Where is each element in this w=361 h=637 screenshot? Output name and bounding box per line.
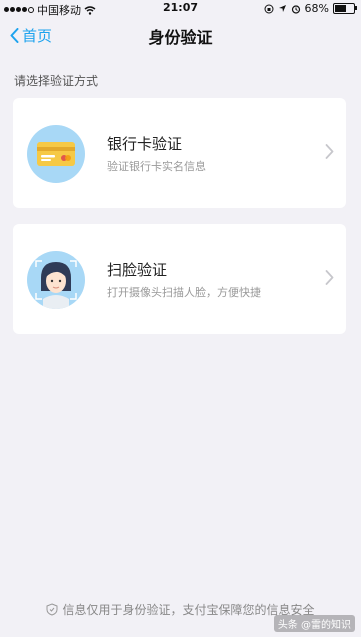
face-scan-icon (27, 251, 85, 309)
page-title: 身份验证 (148, 28, 213, 47)
nav-bar: 首页 身份验证 (0, 18, 361, 56)
bank-card-verify-option[interactable]: 银行卡验证 验证银行卡实名信息 (13, 98, 346, 208)
option-title: 扫脸验证 (107, 261, 168, 279)
shield-icon (46, 602, 58, 616)
battery-percent: 68% (304, 2, 329, 15)
bank-card-icon (27, 125, 85, 183)
chevron-right-icon (325, 270, 334, 285)
option-title: 银行卡验证 (107, 135, 183, 153)
option-subtitle: 验证银行卡实名信息 (107, 160, 206, 173)
lock-rotation-icon (264, 4, 274, 13)
section-label: 请选择验证方式 (14, 74, 99, 88)
location-icon (278, 5, 286, 12)
status-bar: 中国移动 21:07 68% (0, 0, 361, 17)
status-right: 68% (264, 2, 357, 15)
face-scan-verify-option[interactable]: 扫脸验证 打开摄像头扫描人脸，方便快捷 (13, 224, 346, 334)
battery-icon (333, 3, 357, 14)
option-subtitle: 打开摄像头扫描人脸，方便快捷 (107, 286, 261, 299)
alarm-icon (291, 4, 300, 14)
watermark: 头条 @雷的知识 (273, 615, 355, 632)
chevron-right-icon (325, 144, 334, 159)
